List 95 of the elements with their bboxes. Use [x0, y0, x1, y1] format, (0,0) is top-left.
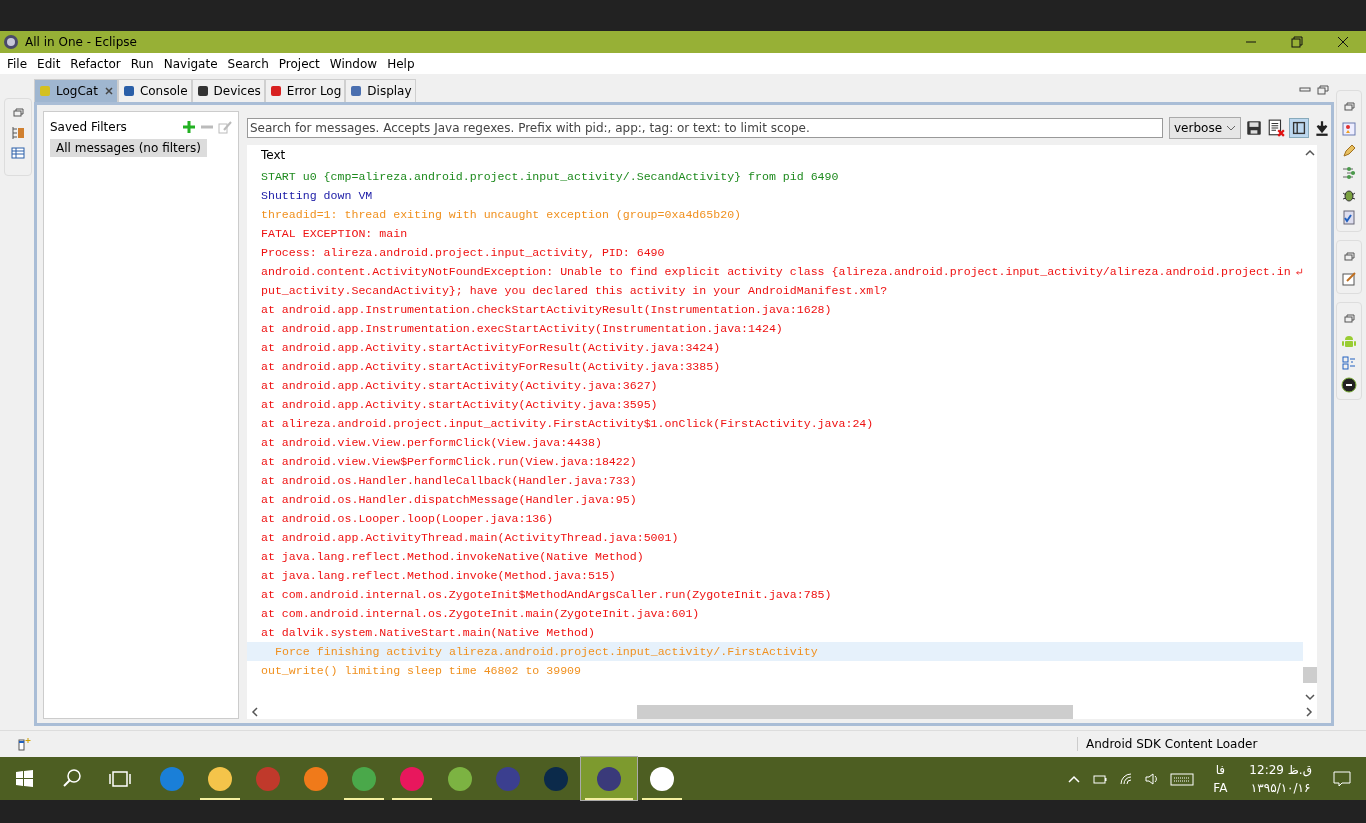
bug-icon[interactable] [1341, 187, 1357, 203]
log-line: out_write() limiting sleep time 46802 to 39909 [260, 663, 583, 679]
status-text: Android SDK Content Loader [1077, 737, 1356, 751]
menu-item[interactable]: File [2, 56, 33, 71]
log-line: at java.lang.reflect.Method.invoke(Method.java:515) [260, 568, 617, 584]
log-line: START u0 {cmp=alireza.android.project.input_activity/.SecandActivity} from pid 6490 [260, 169, 840, 185]
add-icon[interactable] [182, 120, 196, 134]
log-line: at android.app.Activity.startActivityForResult(Activity.java:3385) [260, 359, 722, 375]
scroll-right-icon[interactable] [1305, 707, 1313, 717]
menu-item[interactable]: Help [382, 56, 420, 71]
clock[interactable]: 12:29 ق.ظ ۱۳۹۵/۱۰/۱۶ [1249, 760, 1312, 797]
app-icon [206, 764, 234, 793]
view-tab[interactable]: Error Log [264, 78, 346, 102]
log-line: at android.app.Activity.startActivity(Activity.java:3595) [260, 397, 659, 413]
tab-icon [195, 83, 210, 98]
clipboard-check-icon[interactable] [1341, 209, 1357, 225]
log-line: FATAL EXCEPTION: main [260, 226, 409, 242]
column-header: Text [260, 147, 287, 164]
toggle-panel-icon[interactable] [1289, 118, 1309, 138]
log-line: at android.app.ActivityThread.main(ActivityThread.java:5001) [260, 530, 680, 546]
view-tab[interactable]: Display [345, 78, 416, 102]
chevron-down-icon [1226, 125, 1236, 131]
log-line: at android.os.Handler.handleCallback(Handler.java:733) [260, 473, 638, 489]
log-line: at dalvik.system.NativeStart.main(Native Method) [260, 625, 596, 641]
log-line: at android.os.Handler.dispatchMessage(Handler.java:95) [260, 492, 638, 508]
scroll-down-icon[interactable] [1305, 693, 1315, 701]
scrollbar-thumb[interactable] [1303, 667, 1317, 683]
log-line: threadid=1: thread exiting with uncaught exception (group=0xa4d65b20) [260, 207, 743, 223]
app-icon [302, 764, 330, 793]
filter-item[interactable]: All messages (no filters) [50, 139, 207, 157]
wrap-icon [1294, 266, 1303, 277]
log-line: at com.android.internal.os.ZygoteInit$MethodAndArgsCaller.run(ZygoteInit.java:785) [260, 587, 833, 603]
app-icon [542, 764, 570, 793]
log-line: at android.app.Activity.startActivityForResult(Activity.java:3424) [260, 340, 722, 356]
taskbar-app[interactable] [580, 756, 638, 801]
menu-item[interactable]: Refactor [65, 56, 126, 71]
save-icon[interactable] [1245, 119, 1263, 137]
log-line: Shutting down VM [260, 188, 374, 204]
log-line: at android.app.Activity.startActivity(Activity.java:3627) [260, 378, 659, 394]
clear-log-icon[interactable] [1267, 119, 1285, 137]
log-line: at android.view.View$PerformClick.run(View.java:18422) [260, 454, 638, 470]
scrollbar-thumb[interactable] [636, 705, 1073, 719]
pen-icon[interactable] [1341, 143, 1357, 159]
app-icon [648, 764, 676, 793]
app-icon [398, 764, 426, 793]
tab-icon [121, 83, 136, 98]
file-explorer-icon[interactable] [1341, 121, 1357, 137]
log-line: at android.app.Instrumentation.checkStartActivityResult(Instrumentation.java:1628) [260, 302, 833, 318]
log-level-dropdown[interactable]: verbose [1169, 117, 1241, 139]
notification-icon[interactable] [1332, 768, 1352, 789]
scroll-up-icon[interactable] [1305, 149, 1315, 157]
app-icon [254, 764, 282, 793]
tab-icon [349, 83, 364, 98]
view-tab[interactable]: Devices [191, 78, 265, 102]
app-icon [350, 764, 378, 793]
filters-title: Saved Filters [50, 120, 127, 134]
search-field[interactable]: Search for messages. Accepts Java regexes. Prefix with pid:, app:, tag: or text: to limit scope. [247, 118, 1163, 138]
log-line: Process: alireza.android.project.input_activity, PID: 6490 [260, 245, 666, 261]
restore-icon[interactable] [1316, 85, 1330, 95]
minimize-icon[interactable] [1298, 85, 1312, 95]
log-line: at android.view.View.performClick(View.java:4438) [260, 435, 603, 451]
menu-item[interactable]: Edit [32, 56, 66, 71]
log-line: android.content.ActivityNotFoundException: Unable to find explicit activity class {alireza.android.project.input_activity/alireza.android.project.in [247, 262, 1303, 281]
log-line: at java.lang.reflect.Method.invokeNative(Native Method) [260, 549, 645, 565]
notepad-icon[interactable] [1341, 271, 1357, 287]
menu-item[interactable]: Search [222, 56, 274, 71]
hierarchy-icon[interactable] [10, 125, 26, 141]
menu-item[interactable]: Project [273, 56, 325, 71]
tab-icon [268, 83, 283, 98]
tab-icon [38, 83, 52, 98]
view-tab[interactable]: Console [117, 78, 192, 102]
menu-item[interactable]: Window [324, 56, 383, 71]
monitor-icon[interactable] [1341, 377, 1357, 393]
log-line: at alireza.android.project.input_activity.FirstActivity$1.onClick(FirstActivity.java:24) [260, 416, 875, 432]
scroll-left-icon[interactable] [251, 707, 259, 717]
close-icon[interactable] [103, 85, 114, 96]
menu-item[interactable]: Run [125, 56, 159, 71]
log-line: put_activity.SecandActivity}; have you declared this activity in your AndroidManifest.xml? [260, 283, 889, 299]
window-title: All in One - Eclipse [25, 35, 137, 49]
keyboard-icon[interactable] [1170, 770, 1195, 787]
view-tab[interactable]: LogCat [34, 78, 118, 102]
app-icon [494, 764, 522, 793]
scroll-lock-icon[interactable] [1313, 119, 1331, 137]
layout-tree-icon[interactable] [1341, 355, 1357, 371]
app-icon [446, 764, 474, 793]
threads-icon[interactable] [1341, 165, 1357, 181]
log-line: at com.android.internal.os.ZygoteInit.main(ZygoteInit.java:601) [260, 606, 701, 622]
table-icon[interactable] [10, 145, 26, 161]
edit-icon[interactable] [218, 120, 232, 134]
menu-item[interactable]: Navigate [158, 56, 223, 71]
app-icon [158, 764, 186, 793]
fast-view-icon[interactable] [16, 736, 32, 752]
app-icon [595, 764, 623, 793]
log-line: at android.app.Instrumentation.execStartActivity(Instrumentation.java:1424) [260, 321, 784, 337]
log-line: at android.os.Looper.loop(Looper.java:136) [260, 511, 555, 527]
